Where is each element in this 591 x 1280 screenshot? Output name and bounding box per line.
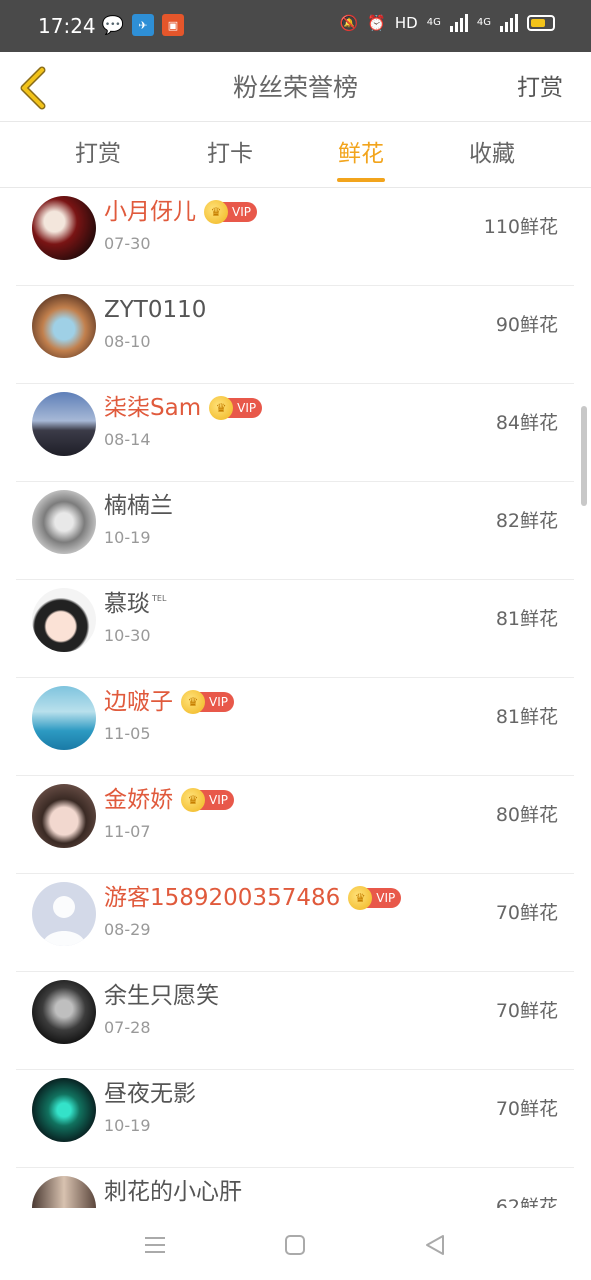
vip-badge: ♛ VIP bbox=[181, 690, 234, 714]
date: 10-30 bbox=[104, 626, 151, 645]
user-name: 柒柒Sam bbox=[104, 395, 202, 421]
reward-button[interactable]: 打赏 bbox=[517, 72, 563, 104]
avatar bbox=[32, 882, 96, 946]
date: 11-07 bbox=[104, 822, 151, 841]
list-item[interactable]: 慕琰 TEL 10-30 81鲜花 bbox=[16, 580, 574, 678]
date: 11-05 bbox=[104, 724, 151, 743]
menu-icon bbox=[145, 1237, 165, 1253]
tel-tag: TEL bbox=[152, 593, 167, 603]
vip-badge: ♛ VIP bbox=[348, 886, 402, 910]
avatar bbox=[32, 980, 96, 1044]
flower-count: 81鲜花 bbox=[495, 706, 558, 728]
notification-icons: 💬 ✈ ▣ bbox=[102, 14, 184, 36]
user-name: 金娇娇 bbox=[104, 787, 173, 813]
flower-count: 70鲜花 bbox=[495, 1098, 558, 1120]
app-notification-icon: ✈ bbox=[132, 14, 154, 36]
default-avatar-icon bbox=[42, 896, 86, 946]
user-name: 边啵子 bbox=[104, 689, 173, 715]
signal-icon bbox=[500, 14, 518, 32]
app-notification-icon: ▣ bbox=[162, 14, 184, 36]
date: 08-14 bbox=[104, 430, 151, 449]
battery-icon bbox=[527, 15, 555, 31]
list-item[interactable]: 刺花的小心肝 62鲜花 bbox=[16, 1168, 574, 1208]
network-type-1: 4G bbox=[426, 17, 441, 28]
list-item[interactable]: 小月伢儿 ♛ VIP 07-30 110鲜花 bbox=[16, 188, 574, 286]
active-tab-indicator bbox=[337, 178, 385, 182]
user-name: 昼夜无影 bbox=[104, 1081, 196, 1107]
avatar bbox=[32, 784, 96, 848]
signal-icon bbox=[449, 14, 468, 32]
page-title: 粉丝荣誉榜 bbox=[232, 73, 358, 102]
flower-count: 81鲜花 bbox=[495, 608, 558, 630]
user-name: 余生只愿笑 bbox=[104, 983, 219, 1009]
flower-count: 80鲜花 bbox=[495, 804, 558, 826]
alarm-icon: ⏰ bbox=[367, 14, 386, 32]
list-item[interactable]: 金娇娇 ♛ VIP 11-07 80鲜花 bbox=[16, 776, 574, 874]
list-item[interactable]: 昼夜无影 10-19 70鲜花 bbox=[16, 1070, 574, 1168]
user-name: 小月伢儿 bbox=[104, 199, 196, 225]
home-square-icon bbox=[285, 1235, 305, 1255]
system-icons: 🔕 ⏰ HD 4G 4G bbox=[340, 14, 555, 32]
user-name: ZYT0110 bbox=[104, 297, 207, 323]
back-nav-button[interactable] bbox=[422, 1232, 448, 1258]
crown-icon: ♛ bbox=[181, 788, 205, 812]
user-name: 楠楠兰 bbox=[104, 493, 173, 519]
flower-count: 90鲜花 bbox=[495, 314, 558, 336]
date: 08-29 bbox=[104, 920, 151, 939]
flower-count: 70鲜花 bbox=[495, 902, 558, 924]
tab-favorites[interactable]: 收藏 bbox=[432, 138, 552, 170]
list-item[interactable]: 柒柒Sam ♛ VIP 08-14 84鲜花 bbox=[16, 384, 574, 482]
flower-count: 82鲜花 bbox=[495, 510, 558, 532]
list-item[interactable]: 余生只愿笑 07-28 70鲜花 bbox=[16, 972, 574, 1070]
network-type-2: 4G bbox=[476, 17, 491, 28]
tab-reward[interactable]: 打赏 bbox=[38, 138, 158, 170]
avatar bbox=[32, 588, 96, 652]
avatar bbox=[32, 294, 96, 358]
list-item[interactable]: 楠楠兰 10-19 82鲜花 bbox=[16, 482, 574, 580]
date: 07-30 bbox=[104, 234, 151, 253]
tab-flowers[interactable]: 鲜花 bbox=[301, 138, 421, 170]
flower-count: 110鲜花 bbox=[483, 216, 558, 238]
nav-bar: 粉丝荣誉榜 打赏 bbox=[0, 52, 591, 122]
home-button[interactable] bbox=[282, 1232, 308, 1258]
user-name: 慕琰 bbox=[104, 591, 150, 617]
date: 08-10 bbox=[104, 332, 151, 351]
user-name: 刺花的小心肝 bbox=[104, 1179, 242, 1205]
system-navigation-bar bbox=[0, 1208, 591, 1280]
avatar bbox=[32, 196, 96, 260]
date: 10-19 bbox=[104, 1116, 151, 1135]
status-time: 17:24 bbox=[38, 14, 96, 38]
list-item[interactable]: ZYT0110 08-10 90鲜花 bbox=[16, 286, 574, 384]
flower-count: 62鲜花 bbox=[495, 1196, 558, 1208]
user-name: 游客1589200357486 bbox=[104, 885, 341, 911]
crown-icon: ♛ bbox=[181, 690, 205, 714]
wechat-icon: 💬 bbox=[101, 14, 125, 36]
status-bar: 17:24 💬 ✈ ▣ 🔕 ⏰ HD 4G 4G bbox=[0, 0, 591, 52]
mute-bell-icon: 🔕 bbox=[339, 14, 359, 32]
vip-badge: ♛ VIP bbox=[204, 200, 257, 224]
fan-ranking-list: 小月伢儿 ♛ VIP 07-30 110鲜花 ZYT0110 08-10 90鲜花… bbox=[0, 188, 591, 1208]
list-item[interactable]: 游客1589200357486 ♛ VIP 08-29 70鲜花 bbox=[16, 874, 574, 972]
date: 10-19 bbox=[104, 528, 151, 547]
triangle-back-icon bbox=[426, 1235, 444, 1255]
vip-badge: ♛ VIP bbox=[181, 788, 234, 812]
crown-icon: ♛ bbox=[204, 200, 228, 224]
crown-icon: ♛ bbox=[209, 396, 234, 420]
avatar bbox=[32, 392, 96, 456]
avatar bbox=[32, 490, 96, 554]
date: 07-28 bbox=[104, 1018, 151, 1037]
avatar bbox=[32, 1176, 96, 1208]
avatar bbox=[32, 1078, 96, 1142]
tab-checkin[interactable]: 打卡 bbox=[170, 138, 290, 170]
hd-indicator: HD bbox=[394, 14, 418, 32]
menu-button[interactable] bbox=[142, 1232, 168, 1258]
vip-badge: ♛ VIP bbox=[209, 396, 263, 420]
tab-bar: 打赏 打卡 鲜花 收藏 bbox=[0, 122, 591, 188]
flower-count: 70鲜花 bbox=[495, 1000, 558, 1022]
flower-count: 84鲜花 bbox=[495, 412, 558, 434]
list-item[interactable]: 边啵子 ♛ VIP 11-05 81鲜花 bbox=[16, 678, 574, 776]
scrollbar-thumb[interactable] bbox=[581, 406, 587, 506]
avatar bbox=[32, 686, 96, 750]
